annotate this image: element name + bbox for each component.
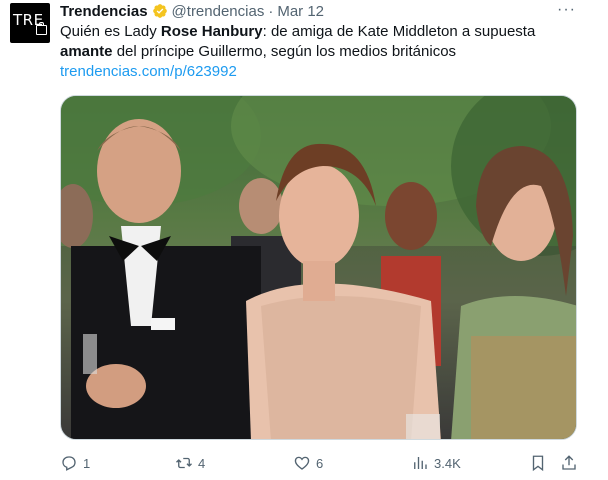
views-count: 3.4K: [434, 455, 461, 471]
tweet-photo[interactable]: [60, 95, 577, 440]
bookmark-icon: [532, 455, 544, 472]
retweet-icon: [176, 457, 192, 469]
article-link[interactable]: trendencias.com/p/623992: [60, 62, 580, 82]
reply-button[interactable]: 1: [60, 454, 90, 472]
tweet-text-bold-word: amante: [60, 43, 113, 60]
retweet-button[interactable]: 4: [175, 454, 205, 472]
tweet-text-part: del príncipe Guillermo, según los medios…: [112, 43, 457, 60]
tweet-text-part: : de amiga de Kate Middleton a supuesta: [262, 23, 536, 40]
tweet-text: Quién es Lady Rose Hanbury: de amiga de …: [60, 22, 580, 82]
action-bar: 1 4 6 3.4K: [60, 453, 580, 473]
author-name[interactable]: Trendencias: [60, 3, 148, 20]
shopping-bag-icon: [36, 22, 47, 35]
views-chart-icon: [414, 457, 427, 469]
like-button[interactable]: 6: [293, 454, 323, 472]
share-icon: [562, 455, 576, 470]
reply-icon: [62, 456, 76, 471]
tweet-text-bold-name: Rose Hanbury: [160, 23, 263, 40]
separator-dot: ·: [268, 2, 274, 20]
views-button[interactable]: 3.4K: [411, 454, 461, 472]
reply-count: 1: [83, 455, 91, 471]
verified-badge-icon[interactable]: [152, 3, 168, 19]
tweet-card[interactable]: TRE Trendencias @trendencias · Mar 12 ··…: [0, 0, 608, 480]
author-handle[interactable]: @trendencias: [172, 3, 265, 20]
like-count: 6: [316, 455, 324, 471]
tweet-header: Trendencias @trendencias · Mar 12: [60, 1, 324, 21]
avatar[interactable]: TRE: [10, 3, 50, 43]
share-button[interactable]: [560, 454, 578, 472]
retweet-count: 4: [198, 455, 206, 471]
tweet-date[interactable]: Mar 12: [277, 3, 324, 20]
tweet-text-part: Quién es Lady: [60, 23, 161, 40]
bookmark-button[interactable]: [529, 454, 547, 472]
more-options-icon[interactable]: ···: [557, 1, 576, 19]
heart-icon: [294, 456, 310, 470]
photo-illustration: [61, 96, 576, 439]
